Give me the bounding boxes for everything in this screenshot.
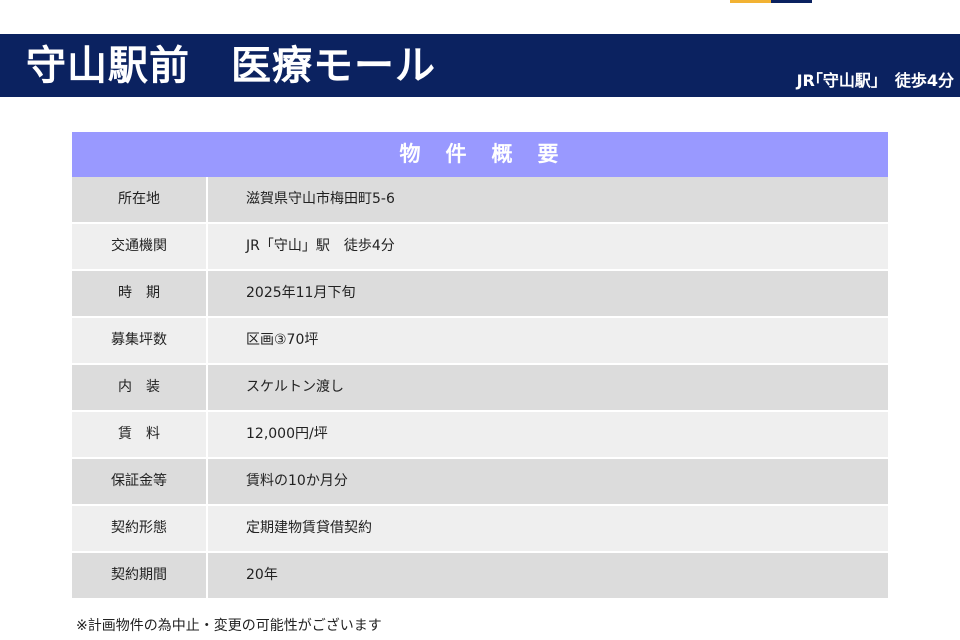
table-row: 契約期間 20年 <box>72 553 888 600</box>
row-label-deposit: 保証金等 <box>72 459 208 506</box>
row-value-rent: 12,000円/坪 <box>208 412 888 459</box>
table-row: 所在地 滋賀県守山市梅田町5-6 <box>72 177 888 224</box>
row-value-interior: スケルトン渡し <box>208 365 888 412</box>
row-label-rent: 賃 料 <box>72 412 208 459</box>
row-label-area: 募集坪数 <box>72 318 208 365</box>
page-title: 守山駅前 医療モール <box>26 43 436 89</box>
row-value-location: 滋賀県守山市梅田町5-6 <box>208 177 888 224</box>
title-banner: 守山駅前 医療モール JR｢守山駅｣ 徒歩4分 <box>0 34 960 97</box>
table-row: 内 装 スケルトン渡し <box>72 365 888 412</box>
table-row: 募集坪数 区画③70坪 <box>72 318 888 365</box>
row-label-period: 時 期 <box>72 271 208 318</box>
row-value-transport: JR「守山」駅 徒歩4分 <box>208 224 888 271</box>
row-label-interior: 内 装 <box>72 365 208 412</box>
row-value-area: 区画③70坪 <box>208 318 888 365</box>
row-label-contract-type: 契約形態 <box>72 506 208 553</box>
row-value-deposit: 賃料の10か月分 <box>208 459 888 506</box>
table-row: 契約形態 定期建物賃貸借契約 <box>72 506 888 553</box>
page: 守山駅前 医療モール JR｢守山駅｣ 徒歩4分 物 件 概 要 所在地 滋賀県守… <box>0 0 960 640</box>
table-row: 賃 料 12,000円/坪 <box>72 412 888 459</box>
row-label-contract-term: 契約期間 <box>72 553 208 600</box>
row-value-period: 2025年11月下旬 <box>208 271 888 318</box>
top-accent-bar <box>730 0 812 3</box>
row-value-contract-type: 定期建物賃貸借契約 <box>208 506 888 553</box>
station-access: JR｢守山駅｣ 徒歩4分 <box>796 71 954 90</box>
row-value-contract-term: 20年 <box>208 553 888 600</box>
row-label-transport: 交通機関 <box>72 224 208 271</box>
row-label-location: 所在地 <box>72 177 208 224</box>
table-row: 交通機関 JR「守山」駅 徒歩4分 <box>72 224 888 271</box>
table-header: 物 件 概 要 <box>72 132 888 177</box>
table-row: 保証金等 賃料の10か月分 <box>72 459 888 506</box>
top-accent-left <box>730 0 771 3</box>
top-accent-right <box>771 0 812 3</box>
property-overview-table: 物 件 概 要 所在地 滋賀県守山市梅田町5-6 交通機関 JR「守山」駅 徒歩… <box>72 132 888 600</box>
disclaimer-note: ※計画物件の為中止・変更の可能性がございます <box>76 618 382 634</box>
table-row: 時 期 2025年11月下旬 <box>72 271 888 318</box>
